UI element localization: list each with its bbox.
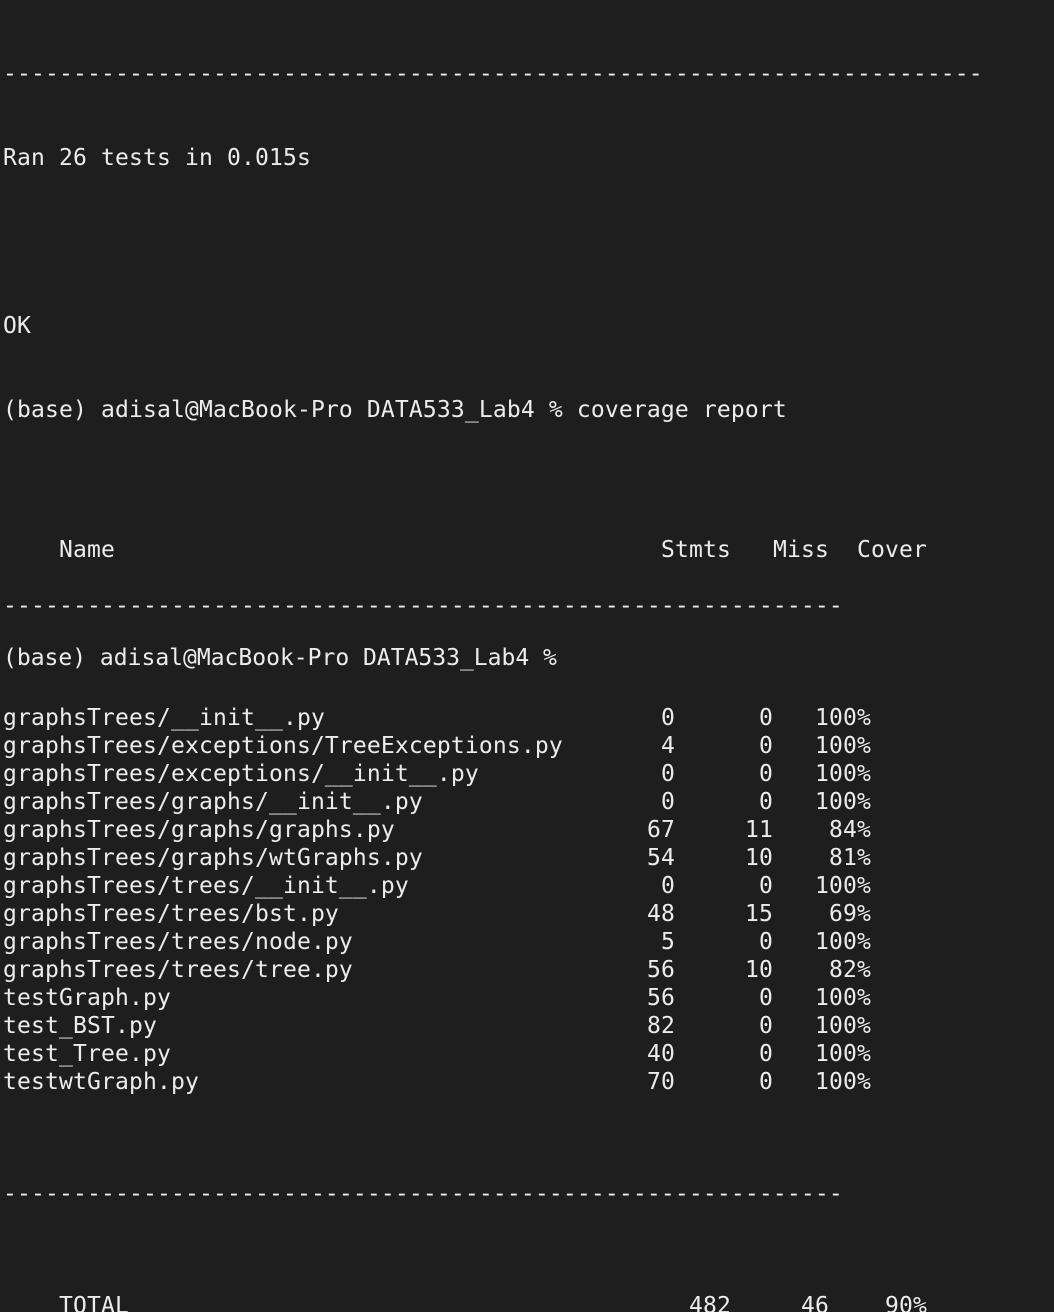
file-name: testGraph.py [3,985,171,1011]
next-shell-prompt: (base) adisal@MacBook-Pro DATA533_Lab4 % [3,645,571,671]
table-row: graphsTrees/trees/tree.py 56 10 82% [3,956,1054,984]
stmts-value: 0 [661,761,675,787]
header-stmts: Stmts [661,537,731,563]
header-miss: Miss [773,537,829,563]
file-name: graphsTrees/trees/tree.py [3,957,353,983]
cover-value: 100% [815,733,871,759]
stmts-value: 54 [647,845,675,871]
header-cover: Cover [857,537,927,563]
table-row: testwtGraph.py 70 0 100% [3,1068,1054,1096]
cover-value: 100% [815,929,871,955]
table-row: graphsTrees/graphs/__init__.py 0 0 100% [3,788,1054,816]
miss-value: 0 [759,1069,773,1095]
stmts-value: 67 [647,817,675,843]
file-name: graphsTrees/trees/bst.py [3,901,339,927]
total-cover: 90% [885,1293,927,1312]
stmts-value: 70 [647,1069,675,1095]
stmts-value: 0 [661,873,675,899]
file-name: graphsTrees/exceptions/TreeExceptions.py [3,733,563,759]
miss-value: 0 [759,733,773,759]
cover-value: 100% [815,1041,871,1067]
stmts-value: 4 [661,733,675,759]
table-row: testGraph.py 56 0 100% [3,984,1054,1012]
coverage-table-header: Name Stmts Miss Cover [3,508,1054,563]
test-run-summary: Ran 26 tests in 0.015s [3,145,311,171]
stmts-value: 40 [647,1041,675,1067]
stmts-value: 56 [647,957,675,983]
file-name: test_Tree.py [3,1041,171,1067]
cover-value: 100% [815,761,871,787]
file-name: test_BST.py [3,1013,157,1039]
cover-value: 100% [815,705,871,731]
file-name: graphsTrees/graphs/wtGraphs.py [3,845,423,871]
table-row: graphsTrees/exceptions/__init__.py 0 0 100% [3,760,1054,788]
cover-value: 81% [829,845,871,871]
miss-value: 0 [759,789,773,815]
table-row: graphsTrees/trees/__init__.py 0 0 100% [3,872,1054,900]
miss-value: 15 [745,901,773,927]
shell-prompt: (base) adisal@MacBook-Pro DATA533_Lab4 %… [3,397,787,423]
table-row: graphsTrees/graphs/graphs.py 67 11 84% [3,816,1054,844]
stmts-value: 5 [661,929,675,955]
file-name: graphsTrees/graphs/__init__.py [3,789,423,815]
table-row: graphsTrees/trees/node.py 5 0 100% [3,928,1054,956]
separator-top: ----------------------------------------… [3,61,983,87]
stmts-value: 0 [661,789,675,815]
cover-value: 82% [829,957,871,983]
coverage-table-body: graphsTrees/__init__.py 0 0 100% graphsTrees… [3,704,1054,1096]
miss-value: 10 [745,845,773,871]
file-name: testwtGraph.py [3,1069,199,1095]
table-separator: ----------------------------------------… [3,1181,843,1207]
cover-value: 69% [829,901,871,927]
miss-value: 0 [759,985,773,1011]
miss-value: 0 [759,705,773,731]
test-status: OK [3,313,31,339]
cover-value: 100% [815,985,871,1011]
coverage-total-row: TOTAL 482 46 90% [3,1264,1054,1312]
stmts-value: 48 [647,901,675,927]
file-name: graphsTrees/graphs/graphs.py [3,817,395,843]
total-stmts: 482 [689,1293,731,1312]
table-separator: ----------------------------------------… [3,593,843,619]
miss-value: 10 [745,957,773,983]
miss-value: 0 [759,929,773,955]
file-name: graphsTrees/trees/__init__.py [3,873,409,899]
total-miss: 46 [801,1293,829,1312]
stmts-value: 0 [661,705,675,731]
cover-value: 100% [815,873,871,899]
total-label: TOTAL [59,1293,129,1312]
file-name: graphsTrees/exceptions/__init__.py [3,761,479,787]
file-name: graphsTrees/trees/node.py [3,929,353,955]
miss-value: 0 [759,761,773,787]
cover-value: 100% [815,789,871,815]
cover-value: 100% [815,1069,871,1095]
cover-value: 100% [815,1013,871,1039]
terminal-window[interactable]: ----------------------------------------… [0,0,1054,1312]
miss-value: 0 [759,1041,773,1067]
stmts-value: 82 [647,1013,675,1039]
table-row: test_BST.py 82 0 100% [3,1012,1054,1040]
stmts-value: 56 [647,985,675,1011]
miss-value: 0 [759,1013,773,1039]
miss-value: 0 [759,873,773,899]
miss-value: 11 [745,817,773,843]
header-name: Name [59,537,115,563]
cover-value: 84% [829,817,871,843]
table-row: graphsTrees/__init__.py 0 0 100% [3,704,1054,732]
table-row: test_Tree.py 40 0 100% [3,1040,1054,1068]
table-row: graphsTrees/trees/bst.py 48 15 69% [3,900,1054,928]
table-row: graphsTrees/exceptions/TreeExceptions.py… [3,732,1054,760]
file-name: graphsTrees/__init__.py [3,705,325,731]
table-row: graphsTrees/graphs/wtGraphs.py 54 10 81% [3,844,1054,872]
